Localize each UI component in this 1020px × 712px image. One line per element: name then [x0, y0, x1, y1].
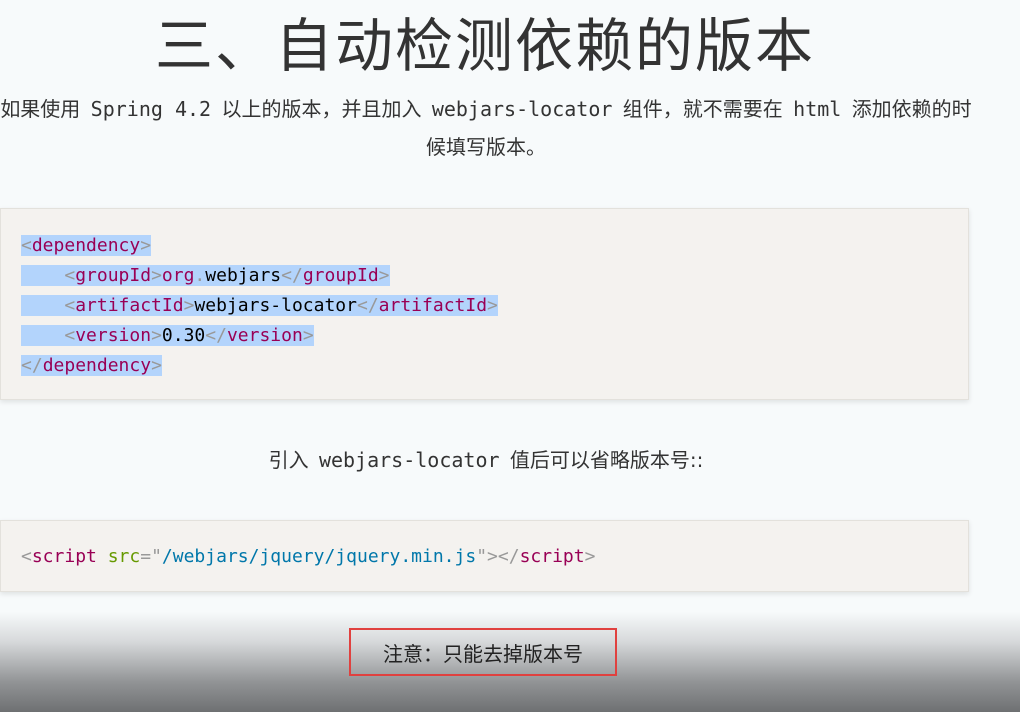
- inline-code-html: html: [793, 97, 842, 121]
- note-callout: 注意：只能去掉版本号: [349, 628, 617, 676]
- inline-code-webjars-locator: webjars-locator: [431, 97, 613, 121]
- script-code-block[interactable]: <script src="/webjars/jquery/jquery.min.…: [0, 520, 969, 592]
- code-line-5: </dependency>: [21, 355, 162, 376]
- sentence-text-1: 引入: [268, 448, 309, 472]
- inline-code-spring: Spring 4.2: [90, 97, 212, 121]
- code-line-3: <artifactId>webjars-locator</artifactId>: [21, 291, 968, 321]
- note-text: 注意：只能去掉版本号: [383, 641, 583, 666]
- intro-text-2: 以上的版本，并且加入: [221, 97, 422, 121]
- locator-sentence: 引入 webjars-locator 值后可以省略版本号::: [0, 440, 972, 480]
- xml-code-block[interactable]: <dependency> <groupId>org.webjars</group…: [0, 208, 969, 400]
- page-title: 三、自动检测依赖的版本: [154, 12, 815, 80]
- script-code-line: <script src="/webjars/jquery/jquery.min.…: [21, 546, 596, 567]
- intro-paragraph: 如果使用 Spring 4.2 以上的版本，并且加入 webjars-locat…: [0, 90, 972, 166]
- code-line-4: <version>0.30</version>: [21, 321, 968, 351]
- sentence-text-2: 值后可以省略版本号::: [509, 448, 704, 472]
- inline-code-webjars-locator-2: webjars-locator: [318, 448, 500, 472]
- code-line-1: <dependency>: [21, 235, 152, 256]
- code-line-2: <groupId>org.webjars</groupId>: [21, 261, 968, 291]
- intro-text-3: 组件，就不需要在: [622, 97, 783, 121]
- intro-text-1: 如果使用: [0, 97, 81, 121]
